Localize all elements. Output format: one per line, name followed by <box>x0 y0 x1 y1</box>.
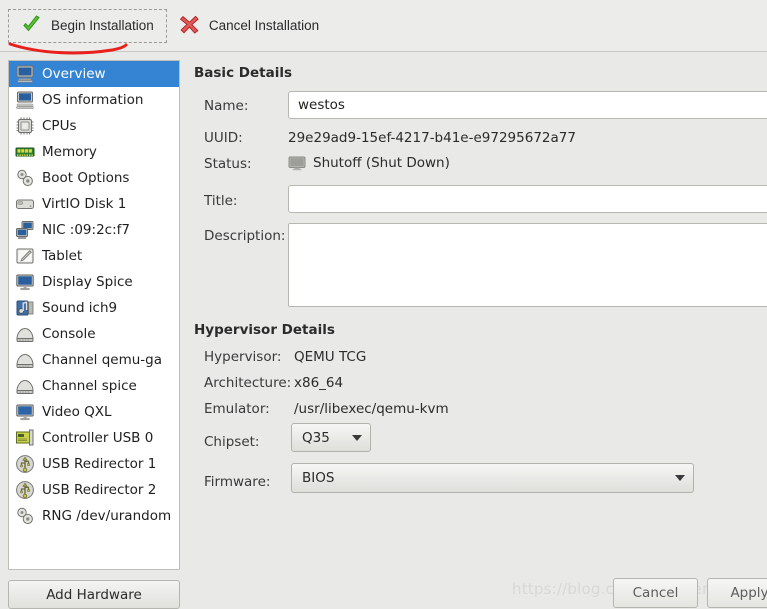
tablet-pen-icon <box>15 246 35 266</box>
sidebar-item-os-information[interactable]: OS information <box>9 87 179 113</box>
sidebar-item-label: Boot Options <box>42 170 130 186</box>
cancel-installation-button[interactable]: Cancel Installation <box>167 9 331 43</box>
sidebar-item-label: OS information <box>42 92 144 108</box>
console-icon <box>15 324 35 344</box>
sidebar-item-label: Channel spice <box>42 378 137 394</box>
console-icon <box>15 376 35 396</box>
chevron-down-icon <box>675 475 685 481</box>
green-check-icon <box>21 14 42 38</box>
sidebar-item-video-qxl[interactable]: Video QXL <box>9 399 179 425</box>
sidebar-item-label: Tablet <box>42 248 83 264</box>
name-input[interactable] <box>288 91 767 119</box>
firmware-label: Firmware: <box>204 474 271 490</box>
sidebar-item-label: CPUs <box>42 118 77 134</box>
sidebar-item-console[interactable]: Console <box>9 321 179 347</box>
emulator-value: /usr/libexec/qemu-kvm <box>294 401 449 417</box>
architecture-value: x86_64 <box>294 375 344 391</box>
chevron-down-icon <box>352 434 362 441</box>
toolbar: Begin Installation Cancel Installation <box>0 0 767 52</box>
sidebar-item-cpus[interactable]: CPUs <box>9 113 179 139</box>
begin-installation-label: Begin Installation <box>51 17 154 33</box>
chipset-label: Chipset: <box>204 434 260 450</box>
uuid-label: UUID: <box>204 130 243 146</box>
console-icon <box>15 350 35 370</box>
sidebar-item-memory[interactable]: Memory <box>9 139 179 165</box>
sidebar-item-controller-usb-0[interactable]: Controller USB 0 <box>9 425 179 451</box>
name-label: Name: <box>204 98 249 114</box>
cpu-chip-icon <box>15 116 35 136</box>
sidebar-item-virtio-disk-1[interactable]: VirtIO Disk 1 <box>9 191 179 217</box>
sidebar-item-boot-options[interactable]: Boot Options <box>9 165 179 191</box>
sidebar-item-label: USB Redirector 1 <box>42 456 157 472</box>
sidebar-item-label: Controller USB 0 <box>42 430 154 446</box>
firmware-dropdown[interactable]: BIOS <box>291 463 694 493</box>
display-icon <box>15 272 35 292</box>
sidebar-item-rng[interactable]: RNG /dev/urandom <box>9 503 179 529</box>
title-input[interactable] <box>288 185 767 213</box>
sidebar-item-display-spice[interactable]: Display Spice <box>9 269 179 295</box>
sidebar-item-label: Console <box>42 326 96 342</box>
hypervisor-value: QEMU TCG <box>294 349 367 365</box>
sidebar-item-label: Video QXL <box>42 404 112 420</box>
sidebar-item-usb-redirector-1[interactable]: USB Redirector 1 <box>9 451 179 477</box>
description-textarea[interactable] <box>288 223 767 307</box>
begin-installation-button[interactable]: Begin Installation <box>8 8 167 43</box>
cancel-installation-label: Cancel Installation <box>208 17 320 33</box>
chipset-dropdown[interactable]: Q35 <box>291 423 371 452</box>
usb-icon <box>15 480 35 500</box>
sidebar-item-label: Display Spice <box>42 274 133 290</box>
video-icon <box>15 402 35 422</box>
details-panel: Basic Details Name: UUID: 29e29ad9-15ef-… <box>190 58 767 609</box>
sidebar-item-tablet[interactable]: Tablet <box>9 243 179 269</box>
sidebar-item-sound-ich9[interactable]: Sound ich9 <box>9 295 179 321</box>
title-label: Title: <box>204 193 238 209</box>
apply-button[interactable]: Apply <box>707 578 767 608</box>
hypervisor-details-heading: Hypervisor Details <box>194 322 335 338</box>
sidebar-item-label: Sound ich9 <box>42 300 118 316</box>
firmware-value: BIOS <box>302 470 335 486</box>
sidebar-item-label: Memory <box>42 144 97 160</box>
memory-ram-icon <box>15 142 35 162</box>
sidebar-item-label: VirtIO Disk 1 <box>42 196 127 212</box>
sidebar-item-overview[interactable]: Overview <box>9 61 179 87</box>
sidebar-item-nic[interactable]: NIC :09:2c:f7 <box>9 217 179 243</box>
gears-icon <box>15 168 35 188</box>
description-label: Description: <box>204 228 286 244</box>
hardware-list[interactable]: Overview OS information CPUs Memory Boot… <box>8 60 180 570</box>
architecture-label: Architecture: <box>204 375 292 391</box>
controller-icon <box>15 428 35 448</box>
usb-icon <box>15 454 35 474</box>
uuid-value: 29e29ad9-15ef-4217-b41e-e97295672a77 <box>288 130 576 146</box>
sidebar-item-channel-spice[interactable]: Channel spice <box>9 373 179 399</box>
hard-disk-icon <box>15 194 35 214</box>
sidebar-item-label: Channel qemu-ga <box>42 352 163 368</box>
sidebar-item-label: RNG /dev/urandom <box>42 508 172 524</box>
network-card-icon <box>15 220 35 240</box>
monitor-icon <box>15 64 35 84</box>
hypervisor-label: Hypervisor: <box>204 349 282 365</box>
sidebar-item-channel-qemu-ga[interactable]: Channel qemu-ga <box>9 347 179 373</box>
status-value: Shutoff (Shut Down) <box>313 155 450 171</box>
sidebar-item-label: USB Redirector 2 <box>42 482 157 498</box>
gears-icon <box>15 506 35 526</box>
basic-details-heading: Basic Details <box>194 65 292 81</box>
add-hardware-button[interactable]: Add Hardware <box>8 580 180 609</box>
cancel-button[interactable]: Cancel <box>613 578 698 608</box>
emulator-label: Emulator: <box>204 401 270 417</box>
red-x-icon <box>179 14 200 38</box>
sidebar-item-label: NIC :09:2c:f7 <box>42 222 130 238</box>
sidebar-item-label: Overview <box>42 66 106 82</box>
computer-icon <box>15 90 35 110</box>
shutoff-monitor-icon <box>288 156 306 171</box>
chipset-value: Q35 <box>302 429 330 446</box>
sidebar-item-usb-redirector-2[interactable]: USB Redirector 2 <box>9 477 179 503</box>
sound-icon <box>15 298 35 318</box>
status-label: Status: <box>204 156 252 172</box>
